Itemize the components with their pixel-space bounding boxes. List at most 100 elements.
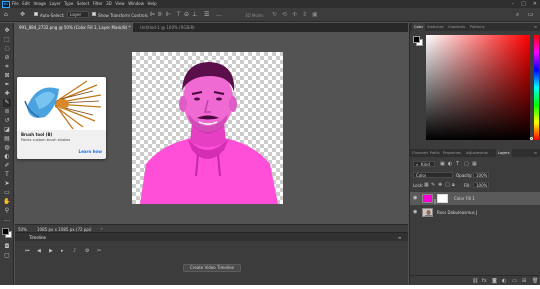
filter-pixel-icon[interactable]: ▣ [440, 161, 445, 167]
more-tools-icon[interactable]: … [3, 216, 11, 224]
fill-input[interactable]: 100% [473, 182, 489, 188]
lock-transparent-icon[interactable]: ▦ [424, 182, 429, 188]
align-center-icon[interactable]: ⊪ [158, 12, 163, 18]
frame-tool-icon[interactable]: ⊠ [3, 72, 11, 80]
lasso-tool-icon[interactable]: ◌ [3, 45, 11, 53]
layer-filter-dropdown[interactable]: ⌕ Kind [413, 161, 435, 167]
dodge-tool-icon[interactable]: ◐ [3, 153, 11, 161]
tab-document-active[interactable]: 991_884_2732.png @ 50% (Color Fill 1, La… [15, 23, 133, 32]
panel-menu-icon[interactable]: ≡ [398, 235, 401, 240]
audio-icon[interactable]: ♪ [73, 248, 76, 254]
hand-tool-icon[interactable]: ✋ [3, 198, 11, 206]
menu-window[interactable]: Window [128, 0, 144, 8]
filter-type-icon[interactable]: T [456, 161, 459, 167]
learn-how-link[interactable]: Learn how [79, 149, 102, 154]
color-picker-cursor[interactable] [530, 137, 533, 140]
menu-select[interactable]: Select [77, 0, 89, 8]
new-layer-icon[interactable]: ⊞ [522, 278, 526, 284]
color-picker-field[interactable] [426, 35, 530, 140]
menu-filter[interactable]: Filter [93, 0, 103, 8]
visibility-eye-icon[interactable]: ◉ [413, 206, 417, 219]
3d-drag-icon[interactable]: ✣ [292, 12, 297, 18]
status-arrow-icon[interactable]: › [101, 226, 103, 231]
tab-layers[interactable]: Layers [496, 149, 512, 157]
go-to-first-frame-icon[interactable]: ⏮ [25, 248, 30, 254]
layer-mask-thumbnail[interactable] [437, 194, 448, 203]
tab-swatches[interactable]: Swatches [427, 23, 444, 31]
home-icon[interactable]: ⌂ [4, 12, 8, 18]
close-icon[interactable]: ✕ [533, 0, 537, 8]
menu-type[interactable]: Type [64, 0, 73, 8]
clone-stamp-tool-icon[interactable]: ⊜ [3, 108, 11, 116]
hue-slider[interactable] [534, 35, 539, 140]
filter-smart-object-icon[interactable]: ▦ [472, 161, 477, 167]
menu-image[interactable]: Image [33, 0, 46, 8]
foreground-color-swatch[interactable] [2, 228, 9, 235]
distribute-icon[interactable]: ☰ [204, 12, 209, 18]
menu-3d[interactable]: 3D [106, 0, 112, 8]
3d-roll-icon[interactable]: ⟲ [282, 12, 287, 18]
screen-mode-icon[interactable]: ▢ [3, 252, 11, 260]
3d-rotate-icon[interactable]: ↻ [272, 12, 277, 18]
pen-tool-icon[interactable]: ✐ [3, 162, 11, 170]
tab-color[interactable]: Color [412, 23, 426, 31]
path-select-tool-icon[interactable]: ➤ [3, 180, 11, 188]
align-right-icon[interactable]: ⊩ [166, 12, 171, 18]
minimize-icon[interactable]: – [512, 0, 515, 8]
align-left-icon[interactable]: ⊫ [150, 12, 155, 18]
lock-pixels-icon[interactable]: ✎ [431, 182, 435, 188]
filter-adjustment-icon[interactable]: ◐ [448, 161, 452, 167]
layer-name[interactable]: Ross Dobuleasmus J [437, 206, 477, 219]
menu-help[interactable]: Help [147, 0, 156, 8]
settings-icon[interactable]: ⚙ [85, 248, 89, 254]
show-transform-checkbox[interactable] [92, 12, 96, 16]
adjustment-layer-icon[interactable]: ◐ [502, 278, 506, 284]
gradient-tool-icon[interactable]: ▤ [3, 135, 11, 143]
tab-adjustments[interactable]: Adjustments [466, 149, 488, 157]
opacity-input[interactable]: 100% [473, 172, 489, 178]
3d-scale-icon[interactable]: ▣ [312, 12, 318, 18]
tab-document-untitled[interactable]: Untitled-1 @ 100% (RGB/8) [136, 23, 216, 32]
blur-tool-icon[interactable]: ◍ [3, 144, 11, 152]
menu-layer[interactable]: Layer [49, 0, 60, 8]
document-canvas[interactable] [132, 52, 283, 204]
more-options-icon[interactable]: … [216, 12, 222, 18]
tab-paths[interactable]: Paths [430, 149, 440, 157]
new-group-icon[interactable]: ▭ [512, 278, 517, 284]
lock-artboard-icon[interactable]: ▢ [445, 182, 450, 188]
eraser-tool-icon[interactable]: ◪ [3, 126, 11, 134]
marquee-tool-icon[interactable]: ⬚ [3, 36, 11, 44]
move-tool-icon[interactable]: ✥ [3, 27, 11, 35]
auto-select-dropdown[interactable]: Layer [67, 11, 89, 18]
search-icon[interactable]: ⌕ [516, 12, 519, 18]
create-video-timeline-button[interactable]: Create Video Timeline [183, 264, 241, 272]
maximize-icon[interactable]: □ [521, 0, 526, 8]
previous-frame-icon[interactable]: ◀ [37, 248, 41, 254]
lock-all-icon[interactable]: 🔒︎ [452, 182, 455, 188]
history-brush-tool-icon[interactable]: ↺ [3, 117, 11, 125]
align-middle-icon[interactable]: ⊝ [184, 12, 189, 18]
menu-edit[interactable]: Edit [22, 0, 30, 8]
healing-brush-tool-icon[interactable]: ✚ [3, 90, 11, 98]
delete-layer-icon[interactable]: 🗑︎ [532, 278, 538, 284]
blend-mode-dropdown[interactable]: Color [413, 172, 453, 178]
align-top-icon[interactable]: ⊤ [176, 12, 181, 18]
tab-channels[interactable]: Channels [412, 149, 428, 157]
eyedropper-tool-icon[interactable]: ✒ [3, 81, 11, 89]
link-layers-icon[interactable]: ⛓ [472, 278, 478, 284]
align-bottom-icon[interactable]: ⊥ [192, 12, 197, 18]
layer-row-photo[interactable]: ◉ Ross Dobuleasmus J [410, 206, 540, 219]
auto-select-checkbox[interactable] [34, 12, 38, 16]
lock-position-icon[interactable]: ✥ [438, 182, 442, 188]
next-frame-icon[interactable]: ▸ [61, 248, 64, 254]
layer-row-color-fill[interactable]: ◉ Color Fill 1 [410, 192, 540, 205]
3d-slide-icon[interactable]: ⇕ [302, 12, 307, 18]
workspace-icon[interactable]: ▭ [528, 12, 534, 18]
quick-mask-icon[interactable]: ◘ [3, 243, 11, 251]
type-tool-icon[interactable]: T [3, 171, 11, 179]
quick-select-tool-icon[interactable]: ⊘ [3, 54, 11, 62]
crop-tool-icon[interactable]: ⌗ [3, 63, 11, 71]
panel-foreground-swatch[interactable] [413, 36, 420, 43]
menu-file[interactable]: File [12, 0, 19, 8]
panel-menu-icon[interactable]: ≡ [534, 23, 537, 31]
